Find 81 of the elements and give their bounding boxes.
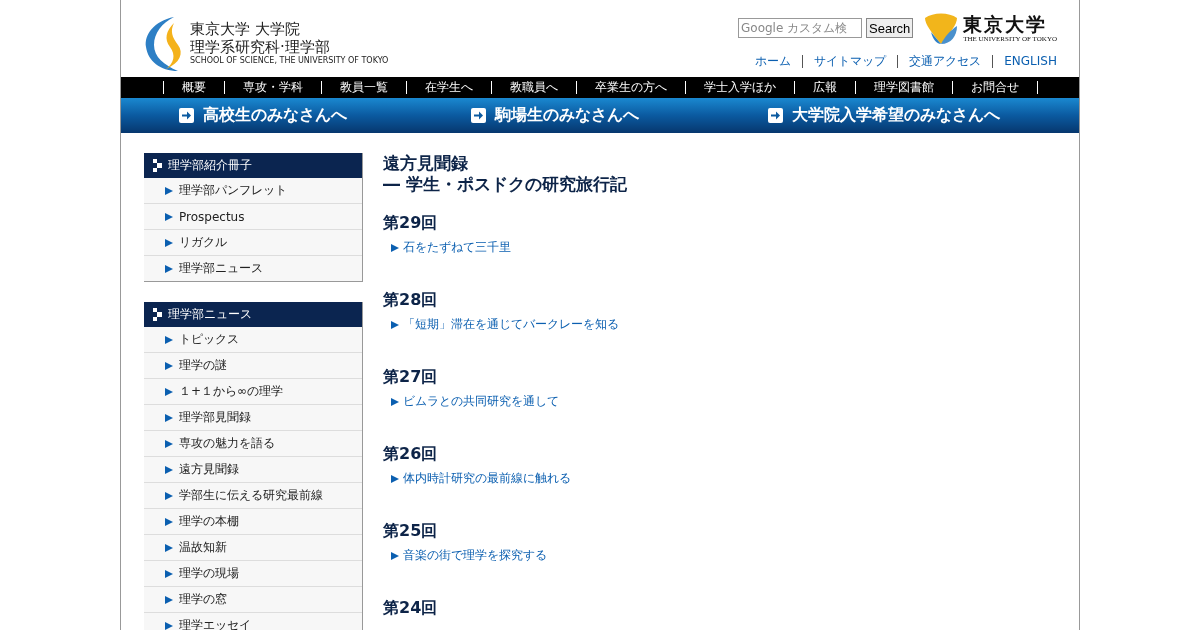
arrow-icon [471, 108, 486, 123]
squares-icon [153, 159, 162, 172]
nav-link[interactable]: 在学生へ [405, 81, 491, 94]
issue-heading: 第27回 [383, 367, 439, 387]
issue-heading: 第29回 [383, 213, 439, 233]
search-field[interactable]: Google カスタム検 [738, 18, 862, 38]
arrow-icon [768, 108, 783, 123]
triangle-icon [165, 595, 173, 604]
triangle-icon [165, 361, 173, 370]
triangle-icon [165, 264, 173, 273]
sidebar-link[interactable]: 理学の謎 [144, 353, 362, 379]
triangle-icon [391, 243, 399, 252]
sidebar-link[interactable]: 理学の窓 [144, 587, 362, 613]
page-title: 遠方見聞録 [383, 153, 469, 174]
banner-link[interactable]: 高校生のみなさんへ [179, 105, 471, 126]
sidebar-link[interactable]: 温故知新 [144, 535, 362, 561]
sidebar-link[interactable]: 理学部パンフレット [144, 178, 362, 204]
nav-link[interactable]: 概要 [162, 81, 224, 94]
logo-text: 理学系研究科·理学部 [190, 38, 331, 56]
triangle-icon [165, 491, 173, 500]
article-link[interactable]: 「短期」滞在を通じてバークレーを知る [383, 316, 1079, 333]
nav-link[interactable]: 教職員へ [490, 81, 576, 94]
squares-icon [153, 308, 162, 321]
sidebar-link[interactable]: トピックス [144, 327, 362, 353]
issue-heading: 第26回 [383, 444, 439, 464]
triangle-icon [391, 474, 399, 483]
triangle-icon [165, 212, 173, 221]
sidebar-link[interactable]: Prospectus [144, 204, 362, 230]
triangle-icon [165, 439, 173, 448]
sidebar-link[interactable]: 学部生に伝える研究最前線 [144, 483, 362, 509]
nav-link[interactable]: 広報 [793, 81, 855, 94]
logo-text: 東京大学 大学院 [190, 21, 301, 38]
nav-link[interactable]: 理学図書館 [854, 81, 952, 94]
logo-subtitle: SCHOOL OF SCIENCE, THE UNIVERSITY OF TOKYO [190, 56, 389, 66]
sidebar-link[interactable]: リガクル [144, 230, 362, 256]
triangle-icon [165, 387, 173, 396]
triangle-icon [391, 320, 399, 329]
nav-link[interactable]: 卒業生の方へ [575, 81, 685, 94]
issue-heading: 第28回 [383, 290, 439, 310]
issue-heading: 第24回 [383, 598, 439, 618]
nav-link[interactable]: 学士入学ほか [684, 81, 794, 94]
utility-link[interactable]: ホーム [744, 55, 803, 68]
triangle-icon [165, 621, 173, 630]
nav-link[interactable]: お問合せ [951, 81, 1038, 94]
sidebar-link[interactable]: 理学エッセイ [144, 613, 362, 630]
utility-link[interactable]: 交通アクセス [897, 55, 993, 68]
article-link[interactable]: 石をたずねて三千里 [383, 239, 1079, 256]
utility-link[interactable]: サイトマップ [802, 55, 898, 68]
utility-link[interactable]: ENGLISH [992, 55, 1057, 68]
triangle-icon [165, 465, 173, 474]
triangle-icon [391, 551, 399, 560]
sidebar-link[interactable]: 理学の本棚 [144, 509, 362, 535]
sidebar-link[interactable]: １+１から∞の理学 [144, 379, 362, 405]
article-link[interactable]: ビムラとの共同研究を通して [383, 393, 1079, 410]
sidebar-link[interactable]: 理学部見聞録 [144, 405, 362, 431]
nav-link[interactable]: 専攻・学科 [223, 81, 321, 94]
triangle-icon [165, 413, 173, 422]
triangle-icon [165, 517, 173, 526]
arrow-icon [179, 108, 194, 123]
triangle-icon [391, 397, 399, 406]
issue-heading: 第25回 [383, 521, 439, 541]
page-subtitle: ― 学生・ポスドクの研究旅行記 [383, 174, 628, 195]
banner-link[interactable]: 駒場生のみなさんへ [471, 105, 768, 126]
article-link[interactable]: 音楽の街で理学を探究する [383, 547, 1079, 564]
triangle-icon [165, 186, 173, 195]
sidebar-link[interactable]: 理学部ニュース [144, 256, 362, 281]
university-name: 東京大学 [963, 13, 1049, 35]
banner-link[interactable]: 大学院入学希望のみなさんへ [768, 105, 1079, 126]
nav-link[interactable]: 教員一覧 [320, 81, 406, 94]
search-button[interactable]: Search [866, 18, 914, 38]
article-link[interactable]: 体内時計研究の最前線に触れる [383, 470, 1079, 487]
triangle-icon [165, 238, 173, 247]
triangle-icon [165, 569, 173, 578]
sidebar-heading-text: 理学部ニュース [168, 306, 252, 323]
sidebar-link[interactable]: 理学の現場 [144, 561, 362, 587]
triangle-icon [165, 335, 173, 344]
sidebar-link[interactable]: 遠方見聞録 [144, 457, 362, 483]
sidebar-link[interactable]: 専攻の魅力を語る [144, 431, 362, 457]
triangle-icon [165, 543, 173, 552]
swirl-logo-icon [144, 14, 184, 73]
sidebar-heading-text: 理学部紹介冊子 [168, 157, 252, 174]
